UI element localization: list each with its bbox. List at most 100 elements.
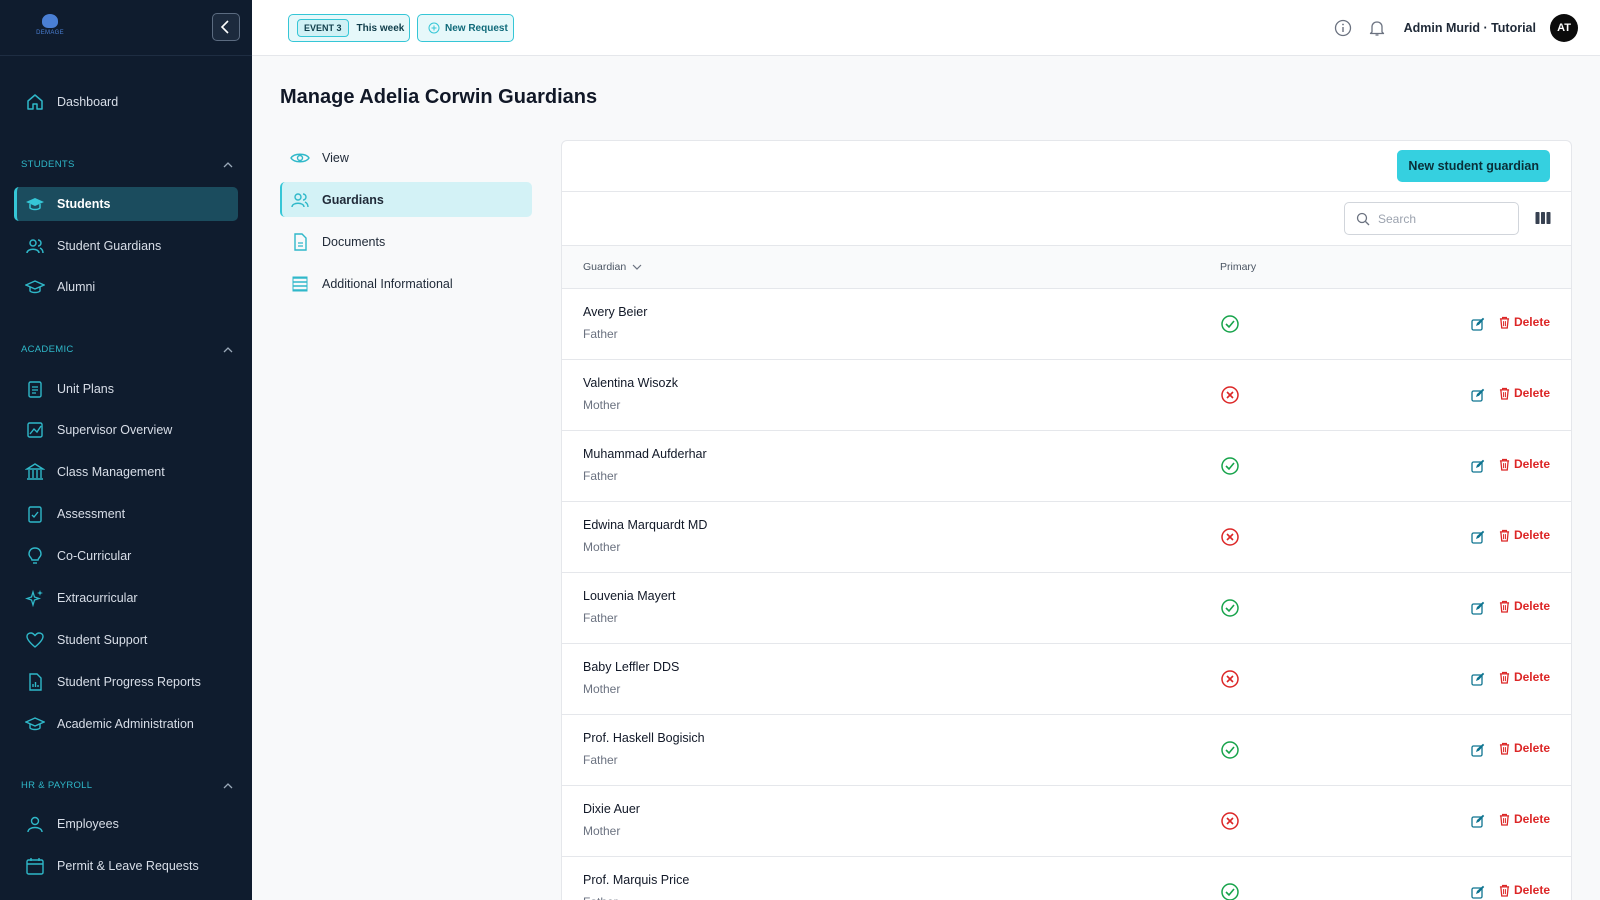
table-row: Muhammad Aufderhar Father Delete — [562, 431, 1571, 502]
sidebar-item-student-support[interactable]: Student Support — [14, 623, 238, 657]
trash-icon — [1499, 671, 1510, 684]
report-icon — [24, 671, 46, 693]
user-menu-label[interactable]: Admin Murid · Tutorial — [1404, 21, 1536, 35]
sidebar-item-class-management[interactable]: Class Management — [14, 455, 238, 489]
sidebar-item-extracurricular[interactable]: Extracurricular — [14, 581, 238, 615]
delete-button[interactable]: Delete — [1499, 528, 1550, 542]
edit-icon[interactable] — [1471, 530, 1485, 544]
sidebar-item-students[interactable]: Students — [14, 187, 238, 221]
search-box[interactable] — [1344, 202, 1519, 235]
sidebar-item-permit-leave-requests[interactable]: Permit & Leave Requests — [14, 849, 238, 883]
page-title: Manage Adelia Corwin Guardians — [280, 86, 598, 108]
edit-icon[interactable] — [1471, 814, 1485, 828]
guardian-name: Dixie Auer — [583, 802, 640, 816]
x-circle-icon — [1220, 811, 1240, 831]
guardian-subnav: View Guardians Documents Additional Info… — [280, 140, 532, 308]
sidebar-item-supervisor-overview[interactable]: Supervisor Overview — [14, 413, 238, 447]
guardian-relation: Father — [583, 895, 618, 900]
sidebar-item-assessment[interactable]: Assessment — [14, 497, 238, 531]
event-chip[interactable]: EVENT 3 This week — [288, 14, 410, 42]
trash-icon — [1499, 529, 1510, 542]
delete-button[interactable]: Delete — [1499, 315, 1550, 329]
new-request-button[interactable]: New Request — [417, 14, 514, 42]
check-circle-icon — [1220, 456, 1240, 476]
x-circle-icon — [1220, 527, 1240, 547]
edit-icon[interactable] — [1471, 672, 1485, 686]
graduation-cap-icon — [24, 276, 46, 298]
guardian-relation: Mother — [583, 398, 621, 412]
search-icon — [1356, 212, 1370, 225]
sidebar-header: DEMAGE — [0, 0, 252, 56]
sidebar-item-student-guardians[interactable]: Student Guardians — [14, 229, 238, 263]
chevron-left-icon — [220, 20, 229, 34]
sidebar-item-employees[interactable]: Employees — [14, 807, 238, 841]
guardian-relation: Mother — [583, 540, 621, 554]
guardian-relation: Mother — [583, 824, 621, 838]
guardian-relation: Father — [583, 611, 618, 625]
bell-icon[interactable] — [1366, 17, 1388, 39]
edit-icon[interactable] — [1471, 885, 1485, 899]
sidebar-item-student-progress-reports[interactable]: Student Progress Reports — [14, 665, 238, 699]
delete-button[interactable]: Delete — [1499, 883, 1550, 897]
x-circle-icon — [1220, 669, 1240, 689]
edit-icon[interactable] — [1471, 388, 1485, 402]
delete-button[interactable]: Delete — [1499, 670, 1550, 684]
sidebar-item-dashboard[interactable]: Dashboard — [14, 85, 238, 119]
trash-icon — [1499, 813, 1510, 826]
clipboard-check-icon — [24, 503, 46, 525]
event-label: This week — [356, 22, 405, 34]
home-icon — [24, 91, 46, 113]
delete-button[interactable]: Delete — [1499, 812, 1550, 826]
delete-button[interactable]: Delete — [1499, 457, 1550, 471]
chevron-down-icon — [632, 264, 642, 270]
check-circle-icon — [1220, 598, 1240, 618]
subnav-guardians[interactable]: Guardians — [280, 182, 532, 217]
trash-icon — [1499, 458, 1510, 471]
check-circle-icon — [1220, 314, 1240, 334]
app-logo[interactable]: DEMAGE — [34, 14, 66, 40]
subnav-documents[interactable]: Documents — [280, 224, 532, 259]
section-academic[interactable]: ACADEMIC — [21, 344, 233, 355]
delete-button[interactable]: Delete — [1499, 599, 1550, 613]
table-row: Dixie Auer Mother Delete — [562, 786, 1571, 857]
clipboard-list-icon — [24, 378, 46, 400]
collapse-sidebar-button[interactable] — [212, 13, 240, 41]
sidebar-item-alumni[interactable]: Alumni — [14, 270, 238, 304]
chevron-up-icon — [223, 161, 233, 167]
table-row: Valentina Wisozk Mother Delete — [562, 360, 1571, 431]
columns-icon[interactable] — [1535, 210, 1551, 226]
delete-button[interactable]: Delete — [1499, 741, 1550, 755]
guardian-name: Avery Beier — [583, 305, 648, 319]
guardians-table-card: New student guardian Guardian Primary Av… — [561, 140, 1572, 900]
guardian-relation: Father — [583, 753, 618, 767]
sidebar-item-unit-plans[interactable]: Unit Plans — [14, 372, 238, 406]
table-toolbar — [562, 192, 1571, 246]
edit-icon[interactable] — [1471, 317, 1485, 331]
graduation-cap-icon — [24, 193, 46, 215]
edit-icon[interactable] — [1471, 743, 1485, 757]
table-row: Prof. Marquis Price Father Delete — [562, 857, 1571, 900]
section-hr-payroll[interactable]: HR & PAYROLL — [21, 780, 233, 791]
guardian-name: Baby Leffler DDS — [583, 660, 680, 674]
edit-icon[interactable] — [1471, 601, 1485, 615]
guardian-relation: Mother — [583, 682, 621, 696]
sidebar: DEMAGE Dashboard STUDENTS Students Stude… — [0, 0, 252, 900]
search-input[interactable] — [1378, 211, 1498, 226]
avatar[interactable]: AT — [1550, 14, 1578, 42]
subnav-view[interactable]: View — [280, 140, 532, 175]
subnav-additional-informational[interactable]: Additional Informational — [280, 266, 532, 301]
sidebar-item-co-curricular[interactable]: Co-Curricular — [14, 539, 238, 573]
column-header-guardian[interactable]: Guardian — [583, 261, 642, 273]
calendar-icon — [24, 855, 46, 877]
chevron-up-icon — [223, 346, 233, 352]
section-students[interactable]: STUDENTS — [21, 159, 233, 170]
trash-icon — [1499, 742, 1510, 755]
trash-icon — [1499, 387, 1510, 400]
new-student-guardian-button[interactable]: New student guardian — [1397, 150, 1550, 182]
list-icon — [289, 273, 311, 295]
sidebar-item-academic-administration[interactable]: Academic Administration — [14, 707, 238, 741]
delete-button[interactable]: Delete — [1499, 386, 1550, 400]
edit-icon[interactable] — [1471, 459, 1485, 473]
info-icon[interactable] — [1332, 17, 1354, 39]
building-icon — [24, 461, 46, 483]
